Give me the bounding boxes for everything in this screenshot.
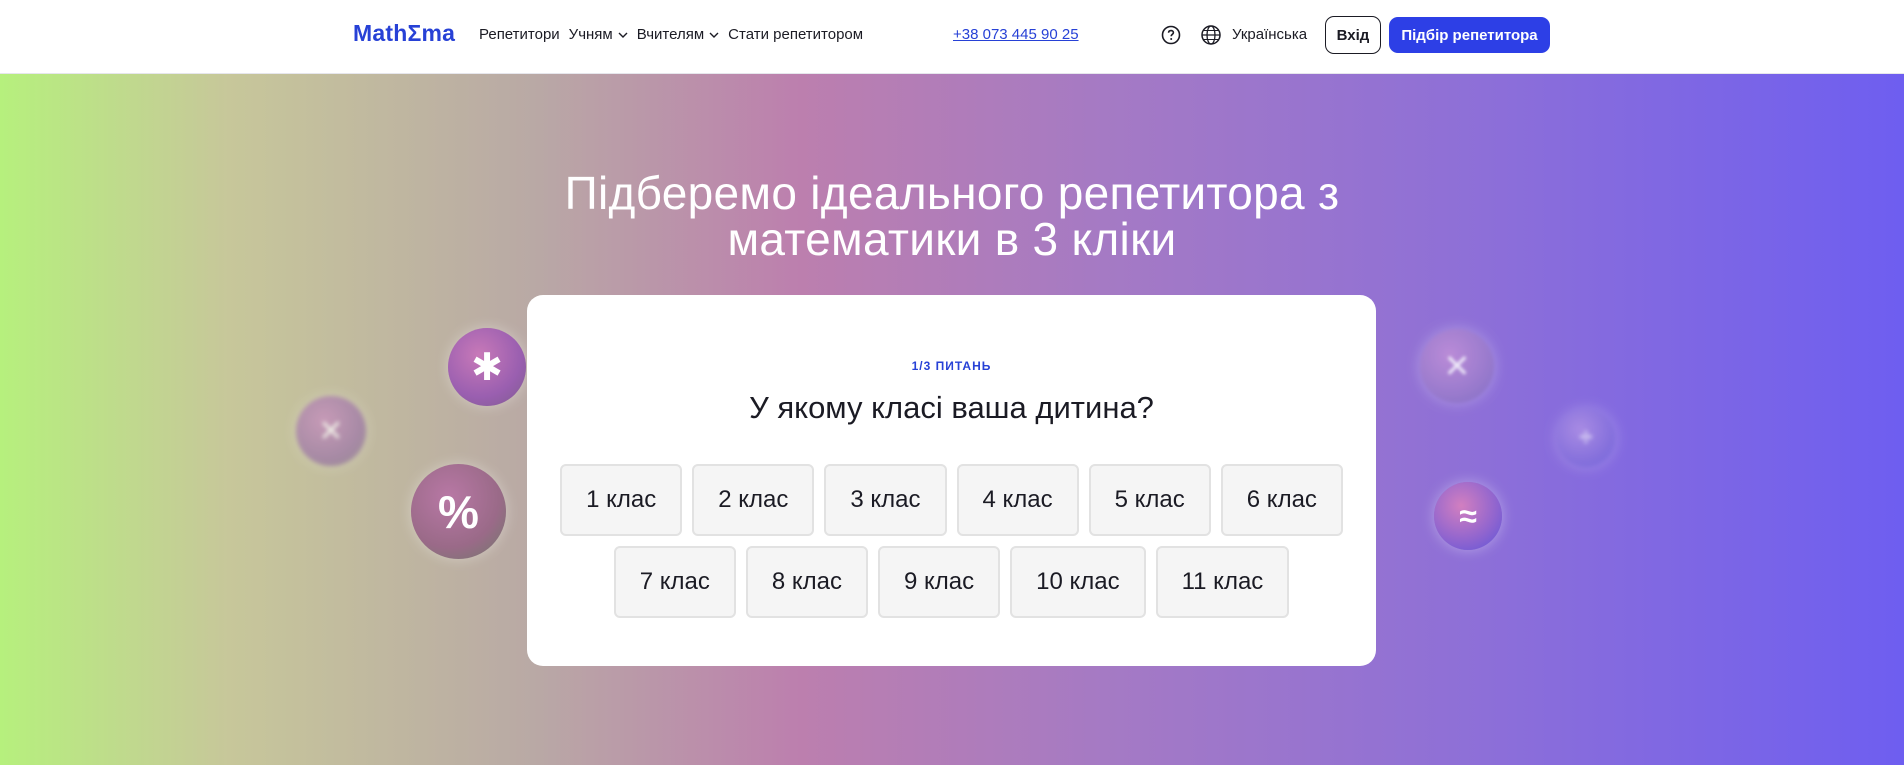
nav-item-label: Вчителям xyxy=(636,26,705,43)
grade-option-9[interactable]: 9 клас xyxy=(877,546,1001,618)
grade-option-3[interactable]: 3 клас xyxy=(824,464,947,536)
quiz-question: У якому класі ваша дитина? xyxy=(749,390,1154,425)
step-counter: 1/3 ПИТАНЬ xyxy=(911,359,992,373)
hero-section: Підберемо ідеального репетитора з матема… xyxy=(0,74,1904,765)
phone-link[interactable]: +38 073 445 90 25 xyxy=(953,26,1079,43)
grade-option-6[interactable]: 6 клас xyxy=(1220,464,1343,536)
grade-options-row: 1 клас 2 клас 3 клас 4 клас 5 клас 6 кла… xyxy=(527,464,1376,536)
grade-option-1[interactable]: 1 клас xyxy=(560,464,683,536)
help-icon[interactable] xyxy=(1161,25,1181,45)
hero-title: Підберемо ідеального репетитора з матема… xyxy=(452,170,1452,262)
chevron-down-icon xyxy=(709,32,719,38)
percent-bubble-icon: % xyxy=(411,464,506,559)
grade-option-4[interactable]: 4 клас xyxy=(956,464,1079,536)
nav-item-students[interactable]: Учням xyxy=(569,26,628,43)
times-bubble-icon: ✕ xyxy=(296,396,366,466)
tutor-match-button[interactable]: Підбір репетитора xyxy=(1389,17,1550,53)
grade-option-11[interactable]: 11 клас xyxy=(1155,546,1290,618)
hero-title-line: математики в 3 кліки xyxy=(727,213,1177,265)
site-logo[interactable]: MathΣma xyxy=(353,20,455,47)
hero-title-line: Підберемо ідеального репетитора з xyxy=(564,167,1340,219)
grade-quiz-card: 1/3 ПИТАНЬ У якому класі ваша дитина? 1 … xyxy=(527,295,1376,666)
nav-item-label: Учням xyxy=(568,26,613,43)
main-nav: Репетитори Учням Вчителям Стати репетито… xyxy=(479,26,872,43)
times-bubble-icon: ✕ xyxy=(1420,329,1494,403)
grade-option-8[interactable]: 8 клас xyxy=(745,546,868,618)
globe-icon[interactable] xyxy=(1200,24,1222,46)
language-selector[interactable]: Українська xyxy=(1232,26,1307,43)
grade-options-row: 7 клас 8 клас 9 клас 10 клас 11 клас xyxy=(527,546,1376,618)
grade-option-7[interactable]: 7 клас xyxy=(613,546,736,618)
grade-option-5[interactable]: 5 клас xyxy=(1088,464,1211,536)
nav-item-teachers[interactable]: Вчителям xyxy=(637,26,719,43)
asterisk-bubble-icon: ✱ xyxy=(448,328,526,406)
divide-bubble-icon: ÷ xyxy=(1557,409,1615,467)
grade-option-2[interactable]: 2 клас xyxy=(692,464,815,536)
login-button[interactable]: Вхід xyxy=(1325,16,1381,54)
nav-item-label: Стати репетитором xyxy=(728,26,864,43)
grade-option-10[interactable]: 10 клас xyxy=(1010,546,1146,618)
approx-bubble-icon: ≈ xyxy=(1434,482,1502,550)
nav-item-tutors[interactable]: Репетитори xyxy=(479,26,560,43)
nav-item-label: Репетитори xyxy=(479,26,560,43)
nav-item-become-tutor[interactable]: Стати репетитором xyxy=(728,26,863,43)
site-header: MathΣma Репетитори Учням Вчителям Стати … xyxy=(0,0,1904,74)
chevron-down-icon xyxy=(618,32,628,38)
